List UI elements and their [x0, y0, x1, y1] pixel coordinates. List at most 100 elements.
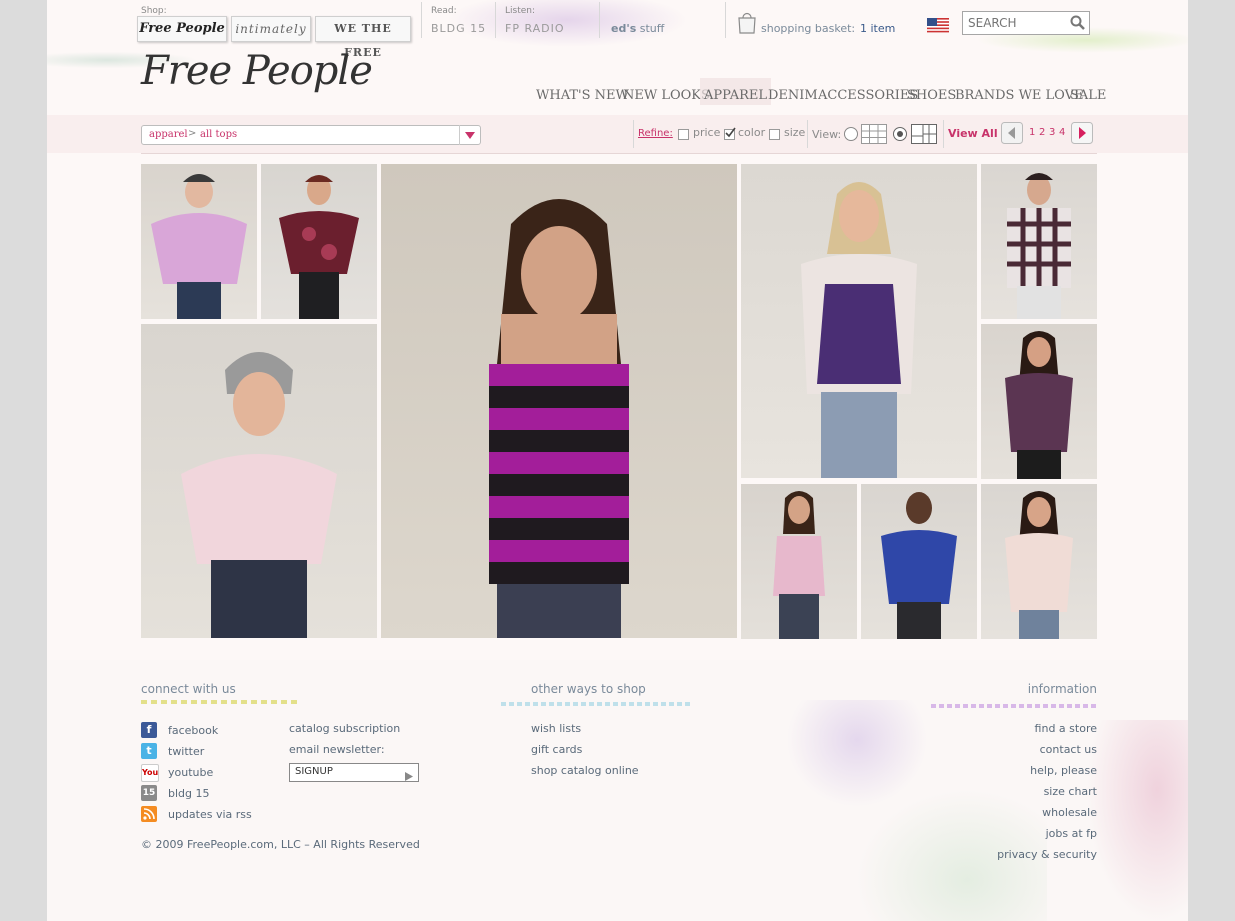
bldg15-icon[interactable]: 15 [141, 785, 157, 801]
twitter-icon[interactable]: t [141, 743, 157, 759]
size-chart-link[interactable]: size chart [977, 785, 1097, 798]
wholesale-link[interactable]: wholesale [977, 806, 1097, 819]
us-flag-icon[interactable] [927, 18, 949, 37]
nav-brands-we-love[interactable]: BRANDS WE LOVE [955, 88, 1084, 103]
divider [725, 2, 726, 38]
divider [633, 120, 634, 148]
footer-rose-art [1087, 720, 1188, 921]
connect-title: connect with us [141, 682, 236, 696]
listen-label: Listen: [505, 6, 536, 16]
breadcrumb: apparel > all tops [141, 125, 481, 145]
information-title: information [1027, 682, 1097, 696]
shop-free-people-button[interactable]: Free People [137, 16, 227, 42]
jobs-link[interactable]: jobs at fp [977, 827, 1097, 840]
nav-shoes[interactable]: SHOES [907, 88, 956, 103]
product-image-plum-henley[interactable] [981, 324, 1097, 479]
product-image-floral-top[interactable] [261, 164, 377, 319]
basket-label[interactable]: shopping basket: [761, 22, 855, 35]
eds-stuff-link[interactable]: ed's stuff [611, 22, 664, 35]
refine-color-label: color [738, 126, 766, 139]
product-image-plaid-shirt[interactable] [981, 164, 1097, 319]
read-label: Read: [431, 6, 457, 16]
youtube-link[interactable]: youtube [168, 766, 213, 779]
email-newsletter-label: email newsletter: [289, 743, 385, 756]
next-page-button[interactable] [1071, 122, 1093, 148]
shop-intimately-button[interactable]: intimately [231, 16, 311, 42]
eds-stuff-bold: ed's [611, 22, 637, 35]
other-ways-divider [501, 702, 691, 706]
facebook-icon[interactable]: f [141, 722, 157, 738]
rss-icon[interactable] [141, 806, 157, 822]
divider [599, 2, 600, 38]
refine-size-label: size [784, 126, 806, 139]
wish-lists-link[interactable]: wish lists [531, 722, 581, 735]
play-arrow-icon [404, 767, 414, 786]
page-1-link[interactable]: 1 [1029, 127, 1035, 138]
shop-we-the-free-button[interactable]: WE THE FREE [315, 16, 411, 59]
nav-denim[interactable]: DENIM [768, 88, 818, 103]
breadcrumb-apparel[interactable]: apparel [149, 129, 188, 140]
product-image-blue-tee[interactable] [861, 484, 977, 639]
copyright: © 2009 FreePeople.com, LLC – All Rights … [141, 838, 420, 851]
search-input[interactable] [963, 13, 1066, 33]
nav-apparel[interactable]: APPAREL [700, 78, 771, 105]
signup-label: SIGNUP [295, 766, 333, 777]
shop-label: Shop: [141, 6, 167, 16]
divider [495, 2, 496, 38]
divider [807, 120, 808, 148]
breadcrumb-separator: > [188, 128, 197, 139]
refine-color-checkbox[interactable] [724, 127, 736, 140]
product-image-lavender-top[interactable] [141, 164, 257, 319]
refine-label: Refine: [638, 128, 673, 139]
grid-view-icon[interactable] [861, 124, 887, 148]
nav-sale[interactable]: SALE [1070, 88, 1106, 103]
contact-us-link[interactable]: contact us [977, 743, 1097, 756]
basket-count[interactable]: 1 item [860, 22, 895, 35]
rss-link[interactable]: updates via rss [168, 808, 252, 821]
nav-accessories[interactable]: ACCESSORIES [818, 88, 918, 103]
help-link[interactable]: help, please [977, 764, 1097, 777]
divider [943, 120, 944, 148]
chevron-down-icon[interactable] [459, 125, 480, 145]
toolbar-rule [141, 153, 1097, 154]
signup-button[interactable]: SIGNUP [289, 763, 419, 782]
product-image-striped-tube-top[interactable] [381, 164, 737, 638]
nav-whats-new[interactable]: WHAT'S NEW [536, 88, 629, 103]
page-4-link[interactable]: 4 [1059, 127, 1065, 138]
prev-page-button[interactable] [1001, 122, 1023, 148]
gift-cards-link[interactable]: gift cards [531, 743, 582, 756]
twitter-link[interactable]: twitter [168, 745, 204, 758]
view-radio-collage[interactable] [893, 127, 907, 141]
youtube-icon[interactable]: You [141, 764, 159, 782]
page-3-link[interactable]: 3 [1049, 127, 1055, 138]
product-image-lace-top[interactable] [981, 484, 1097, 639]
refine-price-checkbox[interactable] [678, 129, 689, 140]
nav-new-looks[interactable]: NEW LOOKS [623, 88, 710, 103]
breadcrumb-all-tops[interactable]: all tops [200, 129, 237, 140]
refine-price-label: price [693, 126, 721, 139]
page: Shop: Free People intimately WE THE FREE… [47, 0, 1188, 921]
bldg15-footer-link[interactable]: bldg 15 [168, 787, 210, 800]
privacy-security-link[interactable]: privacy & security [977, 848, 1097, 861]
bldg15-link[interactable]: BLDG 15 [431, 22, 486, 35]
search-icon[interactable] [1070, 15, 1085, 34]
free-people-logo[interactable]: Free People [141, 48, 373, 94]
view-radio-grid[interactable] [844, 127, 858, 141]
shopping-bag-icon[interactable] [737, 10, 757, 38]
product-image-pink-tee[interactable] [141, 324, 377, 638]
fp-radio-link[interactable]: FP RADIO [505, 22, 565, 35]
find-a-store-link[interactable]: find a store [977, 722, 1097, 735]
facebook-link[interactable]: facebook [168, 724, 218, 737]
refine-size-checkbox[interactable] [769, 129, 780, 140]
other-ways-title: other ways to shop [531, 682, 646, 696]
view-label: View: [812, 128, 842, 141]
product-image-purple-ruffle-tank[interactable] [741, 164, 977, 478]
search-box [962, 11, 1090, 35]
catalog-subscription-link[interactable]: catalog subscription [289, 722, 400, 735]
page-2-link[interactable]: 2 [1039, 127, 1045, 138]
view-all-link[interactable]: View All [948, 127, 998, 140]
product-image-pink-tank[interactable] [741, 484, 857, 639]
divider [421, 2, 422, 38]
collage-view-icon[interactable] [911, 124, 937, 148]
shop-catalog-online-link[interactable]: shop catalog online [531, 764, 639, 777]
